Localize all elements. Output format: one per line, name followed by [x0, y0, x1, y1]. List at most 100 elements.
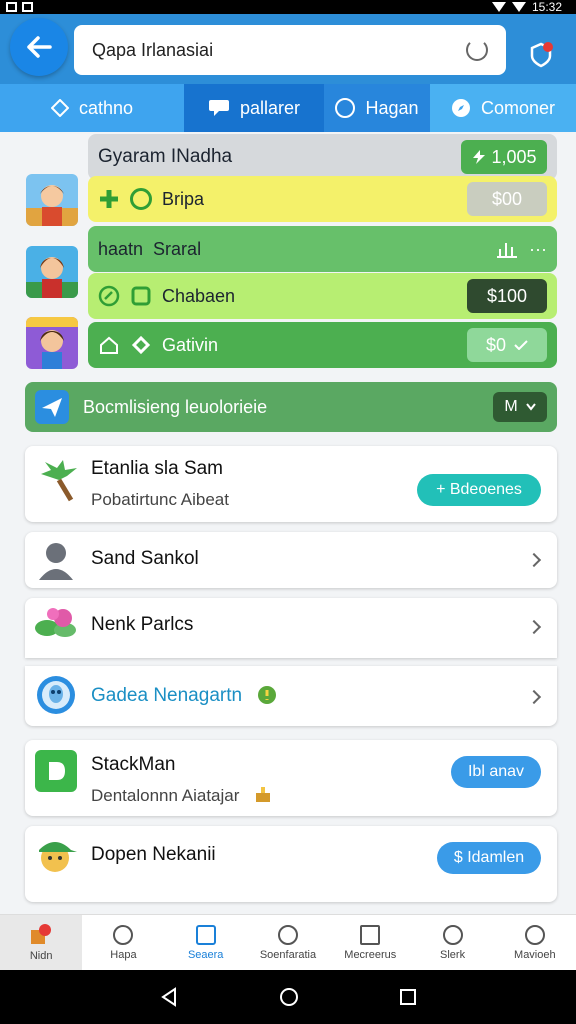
nav-item-soenfaratia[interactable]: Soenfaratia [247, 915, 329, 970]
chevron-down-icon [525, 403, 536, 411]
row-price-button[interactable]: $00 [467, 182, 547, 216]
profile-icon [524, 924, 545, 945]
tab-label: cathno [78, 97, 134, 118]
nav-label: Seaera [187, 948, 224, 961]
character-avatar-icon [26, 246, 78, 298]
app-tile-icon [35, 750, 77, 792]
nav-item-mavioeh[interactable]: Mavioeh [494, 915, 576, 970]
circle-icon [335, 98, 356, 118]
notification-button[interactable] [526, 40, 556, 70]
banner-badge: M [504, 398, 518, 415]
item-title: Etanlia sla Sam [91, 458, 224, 479]
tab-label: pallarer [239, 97, 301, 118]
action-button[interactable]: $ Idamlen [437, 842, 541, 874]
chevron-right-icon[interactable] [526, 689, 542, 705]
compass-icon [451, 99, 470, 117]
system-navigation-bar [0, 970, 576, 1024]
back-triangle-icon[interactable] [159, 987, 179, 1007]
back-button[interactable] [10, 18, 68, 76]
wifi-icon [491, 2, 506, 12]
cross-icon [100, 190, 118, 208]
row-prefix: haatn [98, 238, 144, 259]
bottom-navigation: Nidn Hapa Seaera Soenfaratia Mecreerus S… [0, 914, 576, 970]
edit-circle-icon [98, 285, 120, 307]
tab-hagan[interactable]: Hagan [324, 84, 430, 132]
nav-label: Mecreerus [344, 948, 397, 961]
item-title: Nenk Parlcs [91, 614, 194, 635]
game-row[interactable]: Bripa $00 [88, 176, 557, 222]
cap-face-icon [39, 842, 77, 872]
item-subtitle: Dentalonnn Aiatajar [91, 786, 240, 805]
game-row[interactable]: Chabaen $100 [88, 273, 557, 319]
item-title: Dopen Nekanii [91, 844, 216, 865]
tab-label: Hagan [365, 97, 419, 118]
search-input[interactable]: Qapa Irlanasiai [74, 25, 506, 75]
home-icon [100, 336, 118, 354]
list-item[interactable]: Dopen Nekanii $ Idamlen [25, 826, 557, 902]
chart-icon[interactable] [495, 239, 519, 259]
banner-dropdown[interactable]: M [493, 392, 547, 422]
nav-item-hapa[interactable]: Hapa [82, 915, 164, 970]
character-avatar-icon [26, 317, 78, 369]
map-pin-icon [31, 923, 52, 944]
recents-square-icon[interactable] [399, 988, 417, 1006]
tab-comoner[interactable]: Comoner [430, 84, 576, 132]
nav-item-mecreerus[interactable]: Mecreerus [329, 915, 411, 970]
game-row[interactable]: haatn Sraral ··· [88, 226, 557, 272]
search-text: Qapa Irlanasiai [92, 39, 214, 60]
row-price: $0 [485, 334, 507, 355]
list-item[interactable]: Etanlia sla Sam Pobatirtunc Aibeat + Bde… [25, 446, 557, 522]
arrow-left-icon [27, 36, 52, 58]
square-icon [131, 286, 151, 306]
item-title: Sand Sankol [91, 548, 199, 569]
status-bar: 15:32 [0, 0, 576, 14]
chevron-right-icon[interactable] [526, 552, 542, 568]
action-button[interactable]: Ibl anav [451, 756, 541, 788]
nav-label: Mavioeh [514, 948, 556, 961]
ring-icon [130, 188, 152, 210]
list-item[interactable]: StackMan Dentalonnn Aiatajar Ibl anav [25, 740, 557, 816]
coin-value: 1,005 [491, 146, 537, 167]
chevron-right-icon[interactable] [526, 619, 542, 635]
store-icon [195, 924, 216, 945]
row-price-button[interactable]: $100 [467, 279, 547, 313]
palm-tree-icon [41, 460, 77, 502]
nav-label: Hapa [110, 948, 137, 961]
puzzle-icon [131, 335, 151, 355]
diamond-icon [50, 99, 69, 117]
nav-item-seaera[interactable]: Seaera [165, 915, 247, 970]
person-icon [442, 924, 463, 945]
notification-icon [22, 2, 33, 12]
row-price-button[interactable]: $0 [467, 328, 547, 362]
nav-label: Slerk [440, 948, 466, 961]
app-header: Qapa Irlanasiai [0, 14, 576, 84]
nav-item-nidn[interactable]: Nidn [0, 915, 83, 970]
row-label: Bripa [162, 188, 205, 209]
row-label: Chabaen [162, 285, 236, 306]
game-row[interactable]: Gativin $0 [88, 322, 557, 368]
nav-item-slerk[interactable]: Slerk [411, 915, 493, 970]
home-circle-icon[interactable] [279, 987, 299, 1007]
signal-icon [511, 2, 526, 12]
list-item[interactable]: Nenk Parlcs [25, 598, 557, 658]
refresh-icon[interactable] [466, 39, 488, 61]
coin-badge[interactable]: 1,005 [461, 140, 547, 174]
tab-cathno[interactable]: cathno [0, 84, 184, 132]
tab-bar: cathno pallarer Hagan Comoner [0, 84, 576, 132]
list-item[interactable]: Sand Sankol [25, 532, 557, 588]
paper-plane-icon [35, 390, 69, 424]
game-avatar[interactable] [26, 317, 78, 369]
user-icon [39, 543, 73, 580]
game-avatar[interactable] [26, 246, 78, 298]
bolt-icon [473, 150, 486, 164]
list-item[interactable]: Gadea Nenagartn [25, 666, 557, 726]
game-avatar[interactable] [26, 174, 78, 226]
more-icon[interactable]: ··· [529, 239, 547, 260]
tab-pallarer[interactable]: pallarer [184, 84, 324, 132]
row-label: Gativin [162, 334, 219, 355]
nav-label: Soenfaratia [259, 948, 317, 961]
add-button[interactable]: + Bdeoenes [417, 474, 541, 506]
shield-alert-icon [530, 42, 553, 68]
compass-icon [277, 924, 298, 945]
promo-banner[interactable]: Bocmlisieng leuolorieie M [25, 382, 557, 432]
